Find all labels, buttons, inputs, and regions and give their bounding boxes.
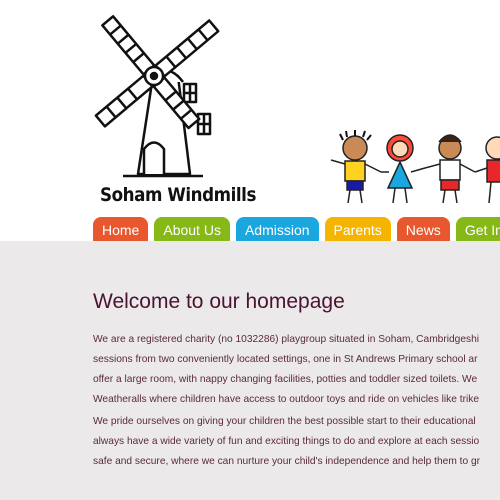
text-line: safe and secure, where we can nurture yo… — [93, 456, 481, 467]
nav-news[interactable]: News — [396, 217, 450, 241]
main-content: Welcome to our homepage We are a registe… — [93, 290, 500, 474]
text-line: We are a registered charity (no 1032286)… — [93, 334, 480, 345]
main-nav: Home About Us Admission Parents News Get… — [93, 217, 500, 241]
text-line: We pride ourselves on giving your childr… — [93, 416, 476, 427]
text-line: always have a wide variety of fun and ex… — [93, 436, 480, 447]
nav-home[interactable]: Home — [93, 217, 149, 241]
site-logo[interactable]: Soham Windmills — [78, 4, 258, 214]
children-holding-hands-icon — [325, 128, 500, 208]
nav-about-us[interactable]: About Us — [154, 217, 230, 241]
second-paragraph: We pride ourselves on giving your childr… — [93, 414, 500, 470]
nav-admission[interactable]: Admission — [235, 217, 319, 241]
text-line: sessions from two conveniently located s… — [93, 354, 478, 365]
text-line: Weatheralls where children have access t… — [93, 394, 480, 405]
logo-text: Soham Windmills — [100, 184, 256, 206]
windmill-icon — [94, 15, 220, 178]
intro-paragraph: We are a registered charity (no 1032286)… — [93, 332, 500, 408]
site-header: Soham Windmills Home About Us Admission … — [0, 0, 500, 241]
text-line: offer a large room, with nappy changing … — [93, 374, 478, 385]
page-title: Welcome to our homepage — [93, 290, 345, 313]
nav-get-involved[interactable]: Get Inv — [455, 217, 500, 241]
nav-parents[interactable]: Parents — [324, 217, 391, 241]
